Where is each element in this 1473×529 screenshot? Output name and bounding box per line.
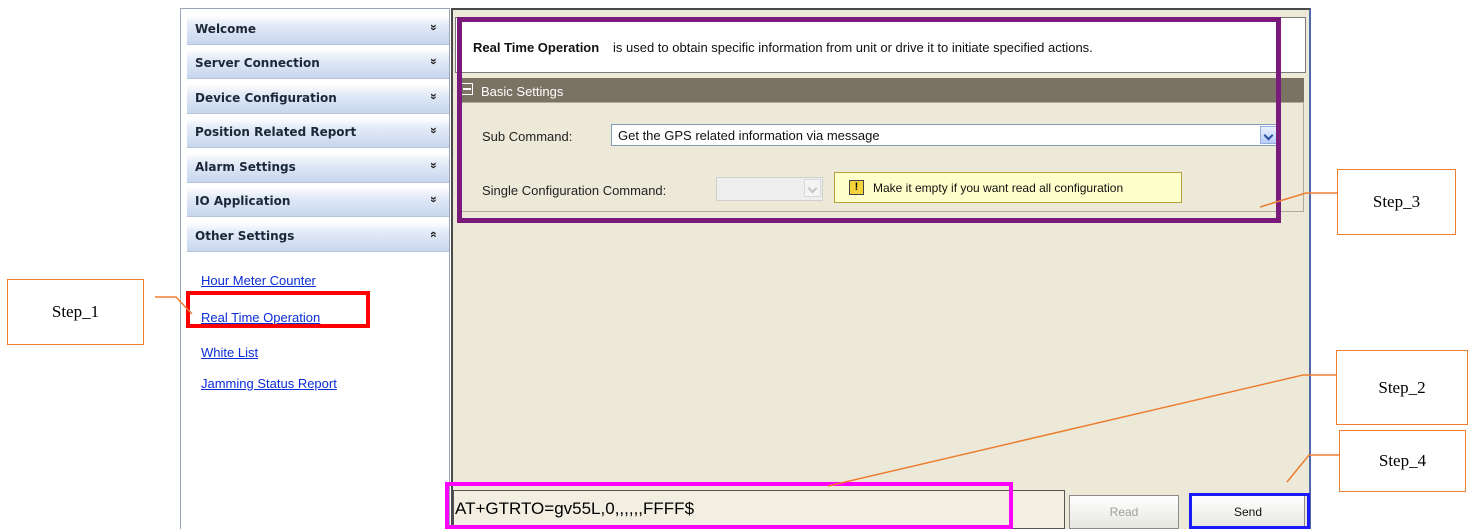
- step2-connector: [827, 374, 1336, 487]
- step1-callout: Step_1: [7, 279, 144, 345]
- step2-callout: Step_2: [1336, 350, 1468, 425]
- step3-callout: Step_3: [1337, 169, 1456, 235]
- callout-connectors: [155, 192, 1339, 487]
- step3-connector: [1259, 192, 1337, 208]
- step4-callout: Step_4: [1339, 430, 1466, 492]
- step4-connector: [1286, 454, 1339, 483]
- step1-connector: [155, 296, 193, 315]
